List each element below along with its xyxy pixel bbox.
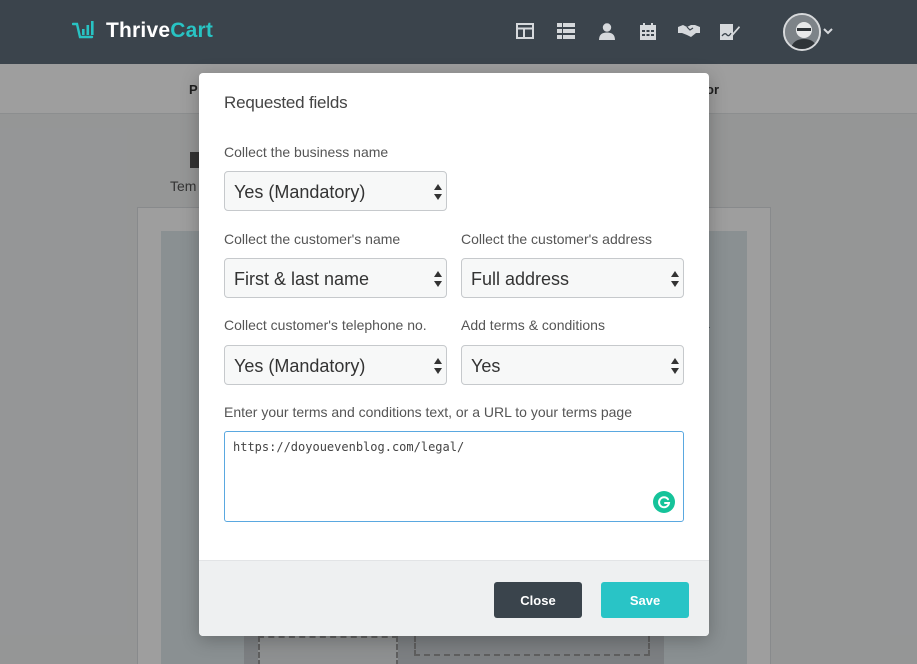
- select-arrows-icon: [671, 358, 679, 374]
- telephone-select[interactable]: Yes (Mandatory): [224, 345, 447, 385]
- customer-address-label: Collect the customer's address: [461, 231, 652, 247]
- list-icon[interactable]: [553, 20, 579, 42]
- signature-icon[interactable]: [717, 20, 743, 42]
- modal-footer: Close Save: [199, 560, 709, 636]
- user-icon[interactable]: [594, 20, 620, 42]
- logo-cart-icon: [72, 21, 94, 39]
- customer-name-select[interactable]: First & last name: [224, 258, 447, 298]
- terms-text-label: Enter your terms and conditions text, or…: [224, 404, 633, 420]
- terms-select[interactable]: Yes: [461, 345, 684, 385]
- user-avatar[interactable]: [783, 13, 821, 51]
- terms-text-input[interactable]: https://doyouevenblog.com/legal/: [224, 431, 684, 522]
- business-name-select[interactable]: Yes (Mandatory): [224, 171, 447, 211]
- close-button[interactable]: Close: [494, 582, 582, 618]
- handshake-icon[interactable]: [676, 20, 702, 42]
- calendar-icon[interactable]: [635, 20, 661, 42]
- nav-icon-group: [512, 20, 758, 42]
- requested-fields-modal: Requested fields Collect the business na…: [199, 73, 709, 636]
- thrivecart-logo[interactable]: ThriveCart: [72, 18, 213, 44]
- modal-title: Requested fields: [224, 93, 348, 112]
- select-arrows-icon: [434, 184, 442, 200]
- customer-name-label: Collect the customer's name: [224, 231, 401, 247]
- terms-label: Add terms & conditions: [461, 317, 605, 333]
- logo-text: ThriveCart: [106, 19, 214, 42]
- grammarly-icon[interactable]: [653, 491, 675, 513]
- telephone-label: Collect customer's telephone no.: [224, 317, 427, 333]
- business-name-label: Collect the business name: [224, 144, 389, 160]
- select-arrows-icon: [671, 271, 679, 287]
- chevron-down-icon[interactable]: [822, 25, 834, 37]
- select-arrows-icon: [434, 358, 442, 374]
- select-arrows-icon: [434, 271, 442, 287]
- customer-address-select[interactable]: Full address: [461, 258, 684, 298]
- save-button[interactable]: Save: [601, 582, 689, 618]
- layout-icon[interactable]: [512, 20, 538, 42]
- top-navbar: ThriveCart: [0, 0, 917, 64]
